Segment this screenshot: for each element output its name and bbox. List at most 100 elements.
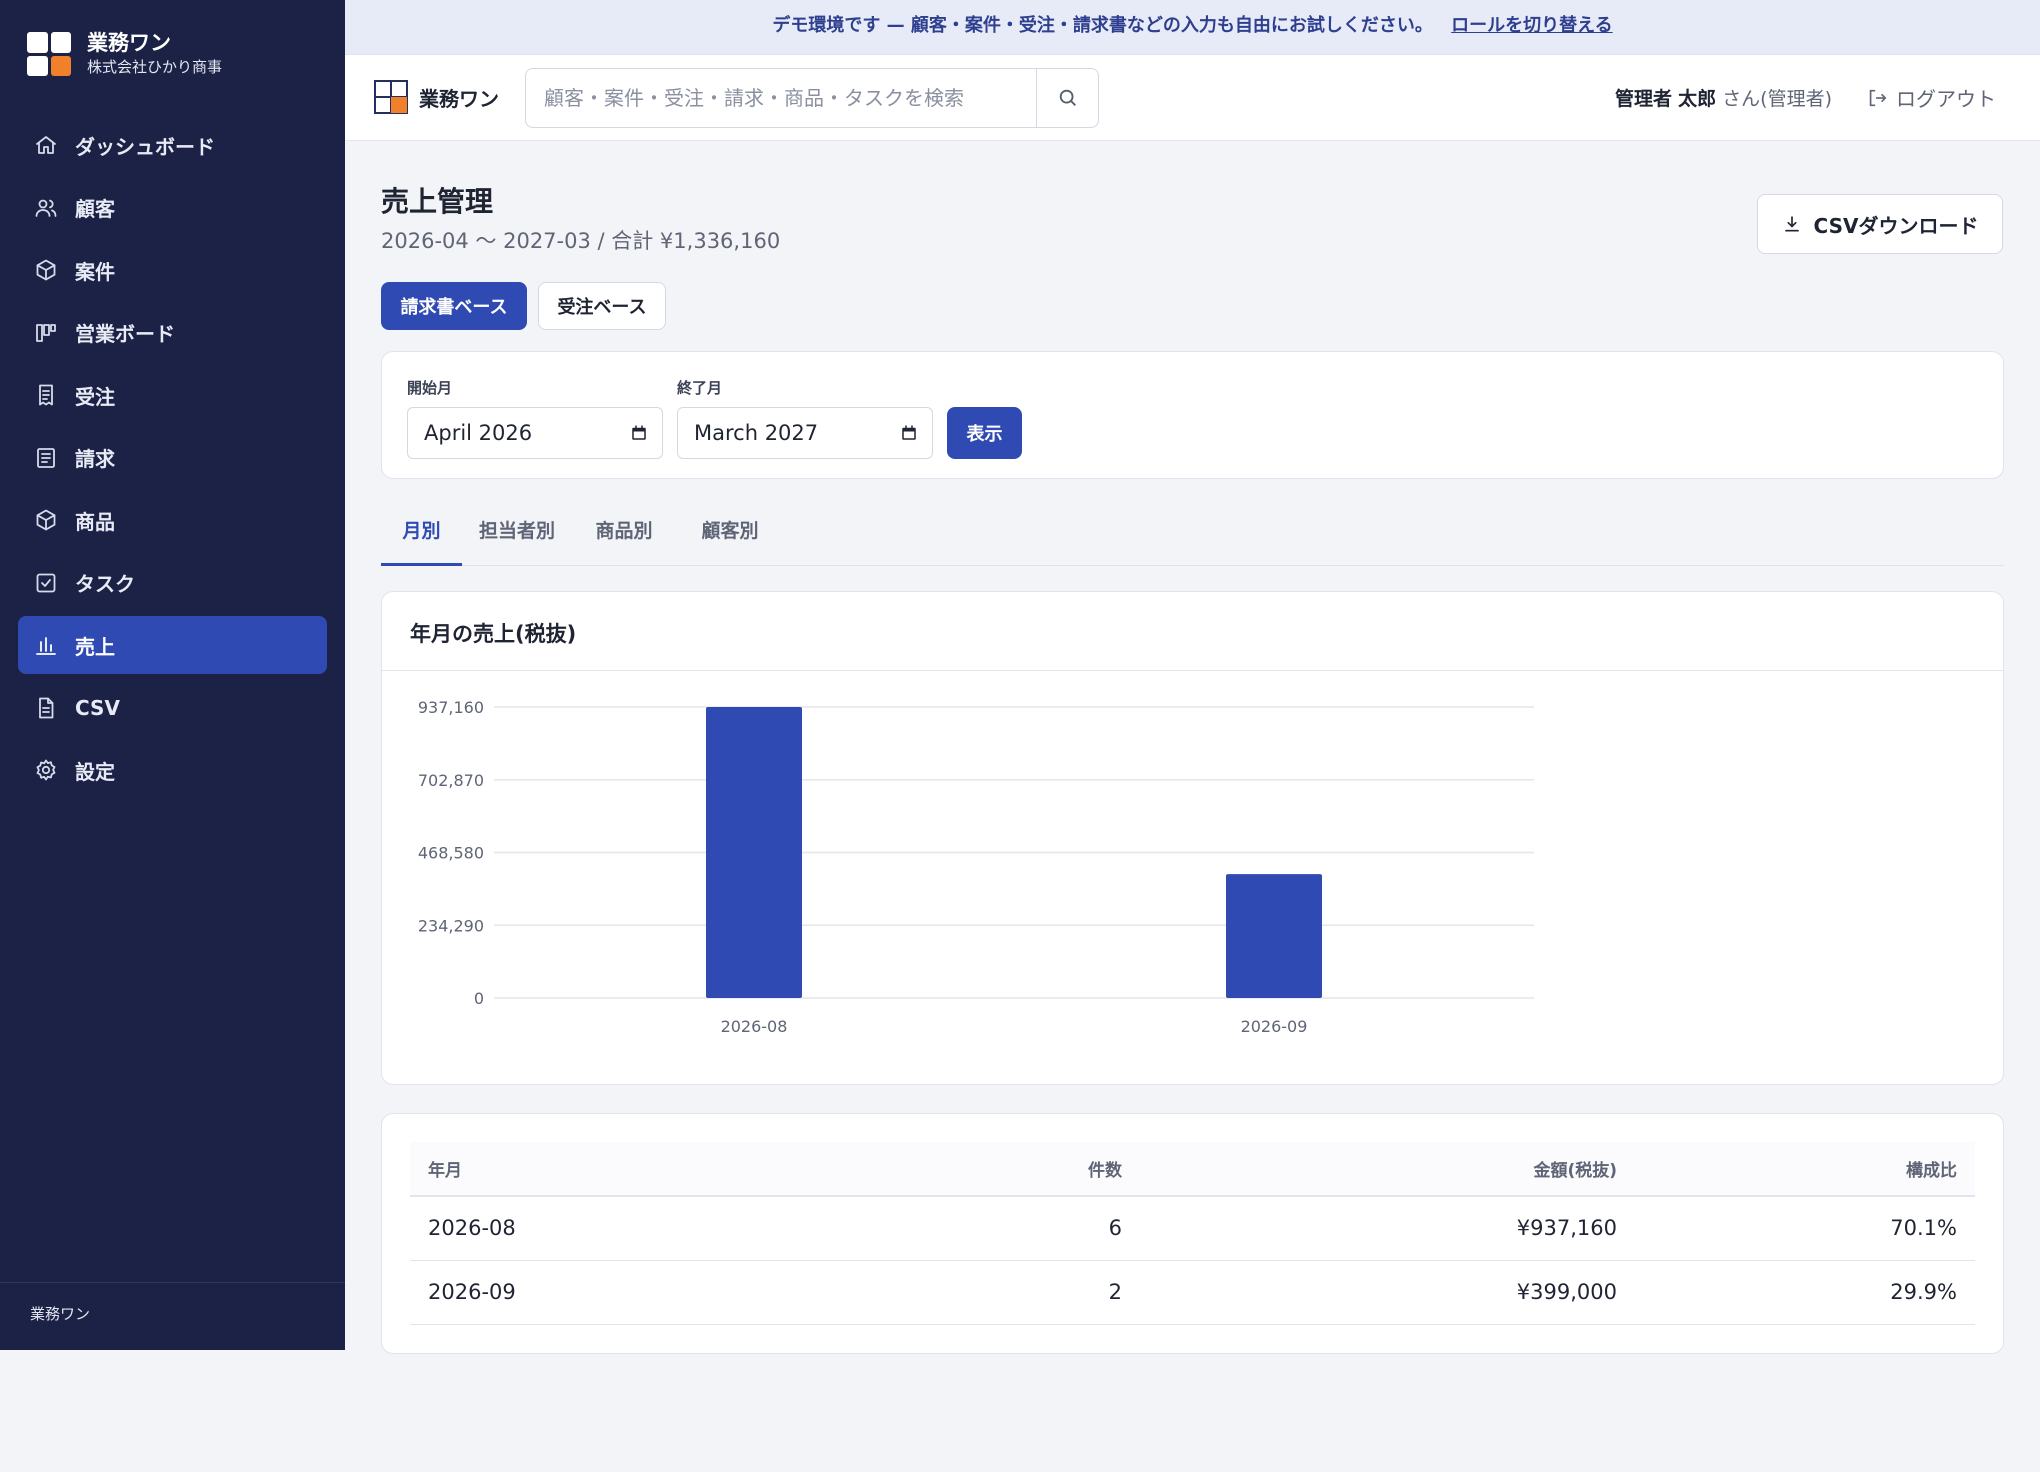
end-month-label: 終了月 xyxy=(677,379,723,397)
table-row: 2026-08 6 ¥937,160 70.1% xyxy=(410,1196,1975,1261)
page-subtitle: 2026-04 〜 2027-03 / 合計 ¥1,336,160 xyxy=(381,229,781,253)
csv-download-label: CSVダウンロード xyxy=(1813,213,1979,238)
search-input[interactable] xyxy=(526,69,1036,127)
receipt-icon xyxy=(39,384,53,406)
bar xyxy=(706,707,802,998)
cell-amount: ¥937,160 xyxy=(1140,1196,1635,1261)
sidebar-item-label: 商品 xyxy=(75,509,115,534)
cell-count: 6 xyxy=(870,1196,1140,1261)
bar xyxy=(1226,874,1322,998)
sidebar-nav: ダッシュボード 顧客 案件 営業ボード 受注 請求 商品 タスク 売上 CSV … xyxy=(18,116,327,804)
col-header-amount: 金額(税抜) xyxy=(1140,1142,1635,1197)
sidebar-item-label: CSV xyxy=(75,695,120,720)
x-tick-label: 2026-09 xyxy=(1241,1017,1308,1036)
user-role: 管理者 xyxy=(1615,88,1673,110)
sales-table: 年月 件数 金額(税抜) 構成比 2026-08 6 ¥937,160 70.1… xyxy=(410,1142,1975,1325)
cell-month: 2026-09 xyxy=(410,1260,870,1325)
sidebar-footer: 業務ワン xyxy=(0,1282,345,1350)
top-bar: 業務ワン 管理者 太郎 さん(管理者) ログアウト xyxy=(345,55,2040,141)
logout-button[interactable]: ログアウト xyxy=(1866,83,1996,112)
breakdown-tabs: 月別 担当者別 商品別 顧客別 xyxy=(381,498,2004,566)
show-button[interactable]: 表示 xyxy=(947,407,1022,459)
sales-table-card: 年月 件数 金額(税抜) 構成比 2026-08 6 ¥937,160 70.1… xyxy=(381,1113,2004,1354)
brand-logo-icon xyxy=(27,32,71,76)
switch-role-link[interactable]: ロールを切り替える xyxy=(1451,15,1612,36)
company-name: 株式会社ひかり商事 xyxy=(87,58,223,76)
y-tick-label: 937,160 xyxy=(418,698,484,717)
logout-label: ログアウト xyxy=(1896,87,1996,111)
invoice-base-toggle[interactable]: 請求書ベース xyxy=(381,282,527,330)
period-filter: 開始月 April 2026 終了月 March 2027 表示 xyxy=(381,351,2004,479)
users-icon xyxy=(35,199,57,217)
col-header-month: 年月 xyxy=(410,1142,870,1197)
cell-ratio: 70.1% xyxy=(1635,1196,1975,1261)
tab-by-product[interactable]: 商品別 xyxy=(593,498,655,566)
tab-monthly[interactable]: 月別 xyxy=(381,498,462,566)
sidebar-item-label: 営業ボード xyxy=(75,322,175,346)
sidebar-item-settings[interactable]: 設定 xyxy=(18,741,327,799)
order-base-toggle[interactable]: 受注ベース xyxy=(538,282,666,330)
banner-text: デモ環境です — 顧客・案件・受注・請求書などの入力も自由にお試しください。 xyxy=(772,15,1433,36)
cell-amount: ¥399,000 xyxy=(1140,1260,1635,1325)
end-month-value: March 2027 xyxy=(694,421,819,445)
document-icon xyxy=(37,447,55,468)
tab-by-staff[interactable]: 担当者別 xyxy=(477,498,557,566)
sidebar-item-sales[interactable]: 売上 xyxy=(18,616,327,674)
table-header-row: 年月 件数 金額(税抜) 構成比 xyxy=(410,1142,1975,1197)
sales-bar-chart: 0 234,290 468,580 702,870 937,160 2026-08 2026… xyxy=(418,698,1534,1036)
tab-by-customer[interactable]: 顧客別 xyxy=(699,498,761,566)
y-tick-label: 702,870 xyxy=(418,771,484,790)
page-title: 売上管理 xyxy=(381,185,494,218)
sidebar-item-sales-board[interactable]: 営業ボード xyxy=(18,304,327,362)
brand-logo-icon xyxy=(374,80,408,114)
sidebar-item-label: 受注 xyxy=(75,384,115,409)
topbar-brand[interactable]: 業務ワン xyxy=(374,80,499,114)
sidebar-item-label: 設定 xyxy=(75,759,115,784)
table-row: 2026-09 2 ¥399,000 29.9% xyxy=(410,1260,1975,1325)
sidebar-item-products[interactable]: 商品 xyxy=(18,491,327,549)
sales-chart-card: 年月の売上(税抜) 0 234,290 468,580 702,870 937,160 2… xyxy=(381,591,2004,1085)
y-tick-label: 468,580 xyxy=(418,844,484,863)
search-button[interactable] xyxy=(1036,69,1098,127)
sidebar-item-csv[interactable]: CSV xyxy=(18,679,327,737)
demo-banner: デモ環境です — 顧客・案件・受注・請求書などの入力も自由にお試しください。 ロ… xyxy=(345,0,2040,55)
box-icon xyxy=(36,509,56,531)
sidebar-item-dashboard[interactable]: ダッシュボード xyxy=(18,116,327,174)
current-user: 管理者 太郎 さん(管理者) xyxy=(1615,84,1832,111)
cell-month: 2026-08 xyxy=(410,1196,870,1261)
gear-icon xyxy=(36,759,56,781)
sidebar-item-customers[interactable]: 顧客 xyxy=(18,179,327,237)
start-month-value: April 2026 xyxy=(424,421,533,445)
kanban-icon xyxy=(36,323,56,342)
calendar-icon xyxy=(902,425,916,440)
sidebar-item-label: 売上 xyxy=(75,634,115,659)
download-icon xyxy=(1784,216,1799,232)
sidebar-brand[interactable]: 業務ワン 株式会社ひかり商事 xyxy=(27,30,222,78)
sidebar-item-deals[interactable]: 案件 xyxy=(18,241,327,299)
end-month-input[interactable]: March 2027 xyxy=(677,407,933,459)
checkbox-icon xyxy=(36,573,56,592)
sidebar-item-orders[interactable]: 受注 xyxy=(18,366,327,424)
sidebar-item-label: 案件 xyxy=(75,259,115,284)
sidebar-item-tasks[interactable]: タスク xyxy=(18,554,327,612)
y-tick-label: 0 xyxy=(474,989,484,1008)
sidebar-item-label: 顧客 xyxy=(75,197,115,221)
csv-download-button[interactable]: CSVダウンロード xyxy=(1757,194,2003,254)
sidebar-item-invoices[interactable]: 請求 xyxy=(18,429,327,487)
sidebar-item-label: タスク xyxy=(75,572,135,596)
bar-chart-icon xyxy=(36,637,56,655)
start-month-input[interactable]: April 2026 xyxy=(407,407,663,459)
brand-name: 業務ワン xyxy=(87,31,171,55)
col-header-count: 件数 xyxy=(870,1142,1140,1197)
sidebar: 業務ワン 株式会社ひかり商事 ダッシュボード 顧客 案件 営業ボード 受注 請求 xyxy=(0,0,345,1350)
global-search xyxy=(525,68,1099,128)
sidebar-item-label: ダッシュボード xyxy=(75,134,215,159)
sidebar-item-label: 請求 xyxy=(75,447,115,471)
start-month-label: 開始月 xyxy=(407,379,453,397)
box-icon xyxy=(36,259,56,281)
logout-icon xyxy=(1869,89,1887,106)
search-icon xyxy=(1059,89,1076,106)
user-name: 太郎 xyxy=(1678,88,1717,110)
chart-title: 年月の売上(税抜) xyxy=(382,592,2003,671)
y-tick-label: 234,290 xyxy=(418,916,484,935)
